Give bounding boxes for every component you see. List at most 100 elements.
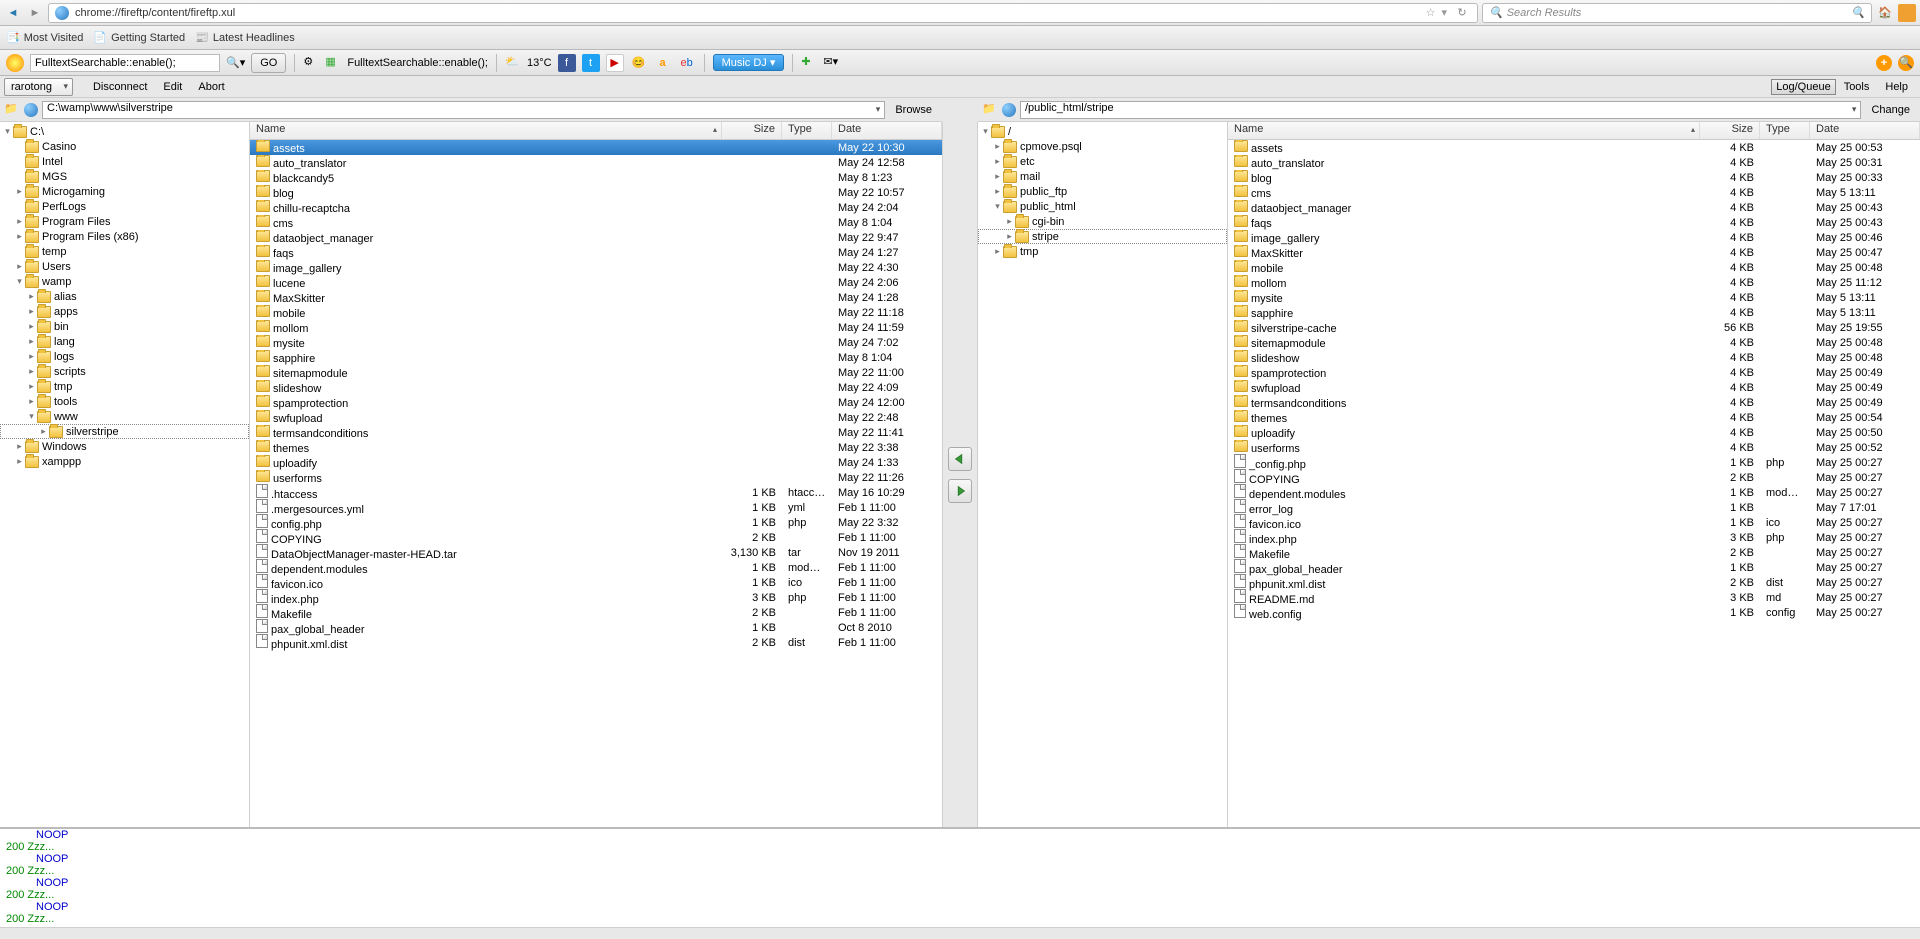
- bookmark-most-visited[interactable]: 📑Most Visited: [6, 31, 83, 44]
- add-tab-button[interactable]: +: [1876, 55, 1892, 71]
- file-row[interactable]: MaxSkitterMay 24 1:28: [250, 290, 942, 305]
- menu-disconnect[interactable]: Disconnect: [85, 79, 155, 95]
- twisty-icon[interactable]: ▸: [26, 336, 37, 347]
- tree-item[interactable]: MGS: [0, 169, 249, 184]
- bookmark-getting-started[interactable]: 📄Getting Started: [93, 31, 185, 44]
- file-row[interactable]: assetsMay 22 10:30: [250, 140, 942, 155]
- app-icon[interactable]: [6, 54, 24, 72]
- twisty-icon[interactable]: ▸: [26, 306, 37, 317]
- menu-log-queue[interactable]: Log/Queue: [1771, 79, 1835, 95]
- file-row[interactable]: pax_global_header1 KBOct 8 2010: [250, 620, 942, 635]
- file-row[interactable]: pax_global_header1 KBMay 25 00:27: [1228, 560, 1920, 575]
- file-row[interactable]: .mergesources.yml1 KBymlFeb 1 11:00: [250, 500, 942, 515]
- local-up-icon[interactable]: 📁: [4, 102, 20, 118]
- file-row[interactable]: blogMay 22 10:57: [250, 185, 942, 200]
- file-row[interactable]: termsandconditionsMay 22 11:41: [250, 425, 942, 440]
- youtube-icon[interactable]: ▶: [606, 54, 624, 72]
- col-size[interactable]: Size: [1700, 122, 1760, 139]
- search-go-icon[interactable]: 🔍: [1851, 6, 1865, 19]
- tree-item[interactable]: Casino: [0, 139, 249, 154]
- file-row[interactable]: Makefile2 KBFeb 1 11:00: [250, 605, 942, 620]
- bookmark-star-icon[interactable]: ☆: [1426, 6, 1436, 19]
- file-row[interactable]: faqsMay 24 1:27: [250, 245, 942, 260]
- file-row[interactable]: slideshow4 KBMay 25 00:48: [1228, 350, 1920, 365]
- col-size[interactable]: Size: [722, 122, 782, 139]
- file-row[interactable]: auto_translatorMay 24 12:58: [250, 155, 942, 170]
- file-row[interactable]: swfuploadMay 22 2:48: [250, 410, 942, 425]
- tree-item[interactable]: ▸scripts: [0, 364, 249, 379]
- file-row[interactable]: dataobject_manager4 KBMay 25 00:43: [1228, 200, 1920, 215]
- tree-item[interactable]: ▸silverstripe: [0, 424, 249, 439]
- file-row[interactable]: auto_translator4 KBMay 25 00:31: [1228, 155, 1920, 170]
- file-row[interactable]: assets4 KBMay 25 00:53: [1228, 140, 1920, 155]
- twisty-icon[interactable]: ▸: [14, 456, 25, 467]
- tree-item[interactable]: ▸mail: [978, 169, 1227, 184]
- file-row[interactable]: dependent.modules1 KBmodulesMay 25 00:27: [1228, 485, 1920, 500]
- twisty-icon[interactable]: ▾: [2, 126, 13, 137]
- file-row[interactable]: blackcandy5May 8 1:23: [250, 170, 942, 185]
- col-name[interactable]: Name▴: [1228, 122, 1700, 139]
- file-row[interactable]: cmsMay 8 1:04: [250, 215, 942, 230]
- upload-button[interactable]: [948, 479, 972, 503]
- twisty-icon[interactable]: ▸: [14, 261, 25, 272]
- remote-tree[interactable]: ▾/▸cpmove.psql▸etc▸mail▸public_ftp▾publi…: [978, 122, 1228, 827]
- tree-item[interactable]: ▸alias: [0, 289, 249, 304]
- local-refresh-icon[interactable]: [24, 103, 38, 117]
- tree-item[interactable]: ▸bin: [0, 319, 249, 334]
- tree-item[interactable]: ▾wamp: [0, 274, 249, 289]
- change-button[interactable]: Change: [1865, 103, 1916, 117]
- weather-icon[interactable]: ⛅: [505, 55, 521, 71]
- tree-item[interactable]: ▾public_html: [978, 199, 1227, 214]
- tree-item[interactable]: ▸tmp: [0, 379, 249, 394]
- twitter-icon[interactable]: t: [582, 54, 600, 72]
- twisty-icon[interactable]: ▸: [38, 426, 49, 437]
- file-row[interactable]: _config.php1 KBphpMay 25 00:27: [1228, 455, 1920, 470]
- facebook-icon[interactable]: f: [558, 54, 576, 72]
- local-path-input[interactable]: C:\wamp\www\silverstripe: [42, 101, 885, 119]
- menu-edit[interactable]: Edit: [155, 79, 190, 95]
- file-row[interactable]: slideshowMay 22 4:09: [250, 380, 942, 395]
- file-row[interactable]: favicon.ico1 KBicoMay 25 00:27: [1228, 515, 1920, 530]
- file-row[interactable]: cms4 KBMay 5 13:11: [1228, 185, 1920, 200]
- file-row[interactable]: index.php3 KBphpMay 25 00:27: [1228, 530, 1920, 545]
- music-dj-button[interactable]: Music DJ ▾: [713, 54, 785, 71]
- twisty-icon[interactable]: ▸: [992, 156, 1003, 167]
- addon-icon[interactable]: ✚: [801, 55, 817, 71]
- file-row[interactable]: termsandconditions4 KBMay 25 00:49: [1228, 395, 1920, 410]
- mail-icon[interactable]: ✉▾: [823, 55, 839, 71]
- file-row[interactable]: luceneMay 24 2:06: [250, 275, 942, 290]
- file-row[interactable]: sitemapmodule4 KBMay 25 00:48: [1228, 335, 1920, 350]
- file-row[interactable]: MaxSkitter4 KBMay 25 00:47: [1228, 245, 1920, 260]
- twisty-icon[interactable]: ▾: [14, 276, 25, 287]
- file-row[interactable]: spamprotection4 KBMay 25 00:49: [1228, 365, 1920, 380]
- tree-item[interactable]: Intel: [0, 154, 249, 169]
- download-button[interactable]: [948, 447, 972, 471]
- tree-item[interactable]: ▸logs: [0, 349, 249, 364]
- file-row[interactable]: themes4 KBMay 25 00:54: [1228, 410, 1920, 425]
- tree-item[interactable]: ▸apps: [0, 304, 249, 319]
- twisty-icon[interactable]: ▸: [1004, 216, 1015, 227]
- account-dropdown[interactable]: rarotong: [4, 78, 73, 96]
- file-row[interactable]: userformsMay 22 11:26: [250, 470, 942, 485]
- file-row[interactable]: themesMay 22 3:38: [250, 440, 942, 455]
- bookmark-latest-headlines[interactable]: 📰Latest Headlines: [195, 31, 295, 44]
- file-row[interactable]: chillu-recaptchaMay 24 2:04: [250, 200, 942, 215]
- twisty-icon[interactable]: ▸: [992, 246, 1003, 257]
- file-row[interactable]: web.config1 KBconfigMay 25 00:27: [1228, 605, 1920, 620]
- file-row[interactable]: blog4 KBMay 25 00:33: [1228, 170, 1920, 185]
- file-row[interactable]: .htaccess1 KBhtaccessMay 16 10:29: [250, 485, 942, 500]
- tree-item[interactable]: PerfLogs: [0, 199, 249, 214]
- twisty-icon[interactable]: ▸: [14, 231, 25, 242]
- file-row[interactable]: mysiteMay 24 7:02: [250, 335, 942, 350]
- twisty-icon[interactable]: ▸: [14, 216, 25, 227]
- back-button[interactable]: ◄: [4, 4, 22, 22]
- tree-item[interactable]: ▸Windows: [0, 439, 249, 454]
- tool-icon-1[interactable]: ⚙: [303, 55, 319, 71]
- tree-item[interactable]: ▸tools: [0, 394, 249, 409]
- tree-item[interactable]: ▸cpmove.psql: [978, 139, 1227, 154]
- twisty-icon[interactable]: ▾: [26, 411, 37, 422]
- file-row[interactable]: image_gallery4 KBMay 25 00:46: [1228, 230, 1920, 245]
- col-date[interactable]: Date: [1810, 122, 1920, 139]
- search-text-input[interactable]: [30, 54, 220, 72]
- file-row[interactable]: mollomMay 24 11:59: [250, 320, 942, 335]
